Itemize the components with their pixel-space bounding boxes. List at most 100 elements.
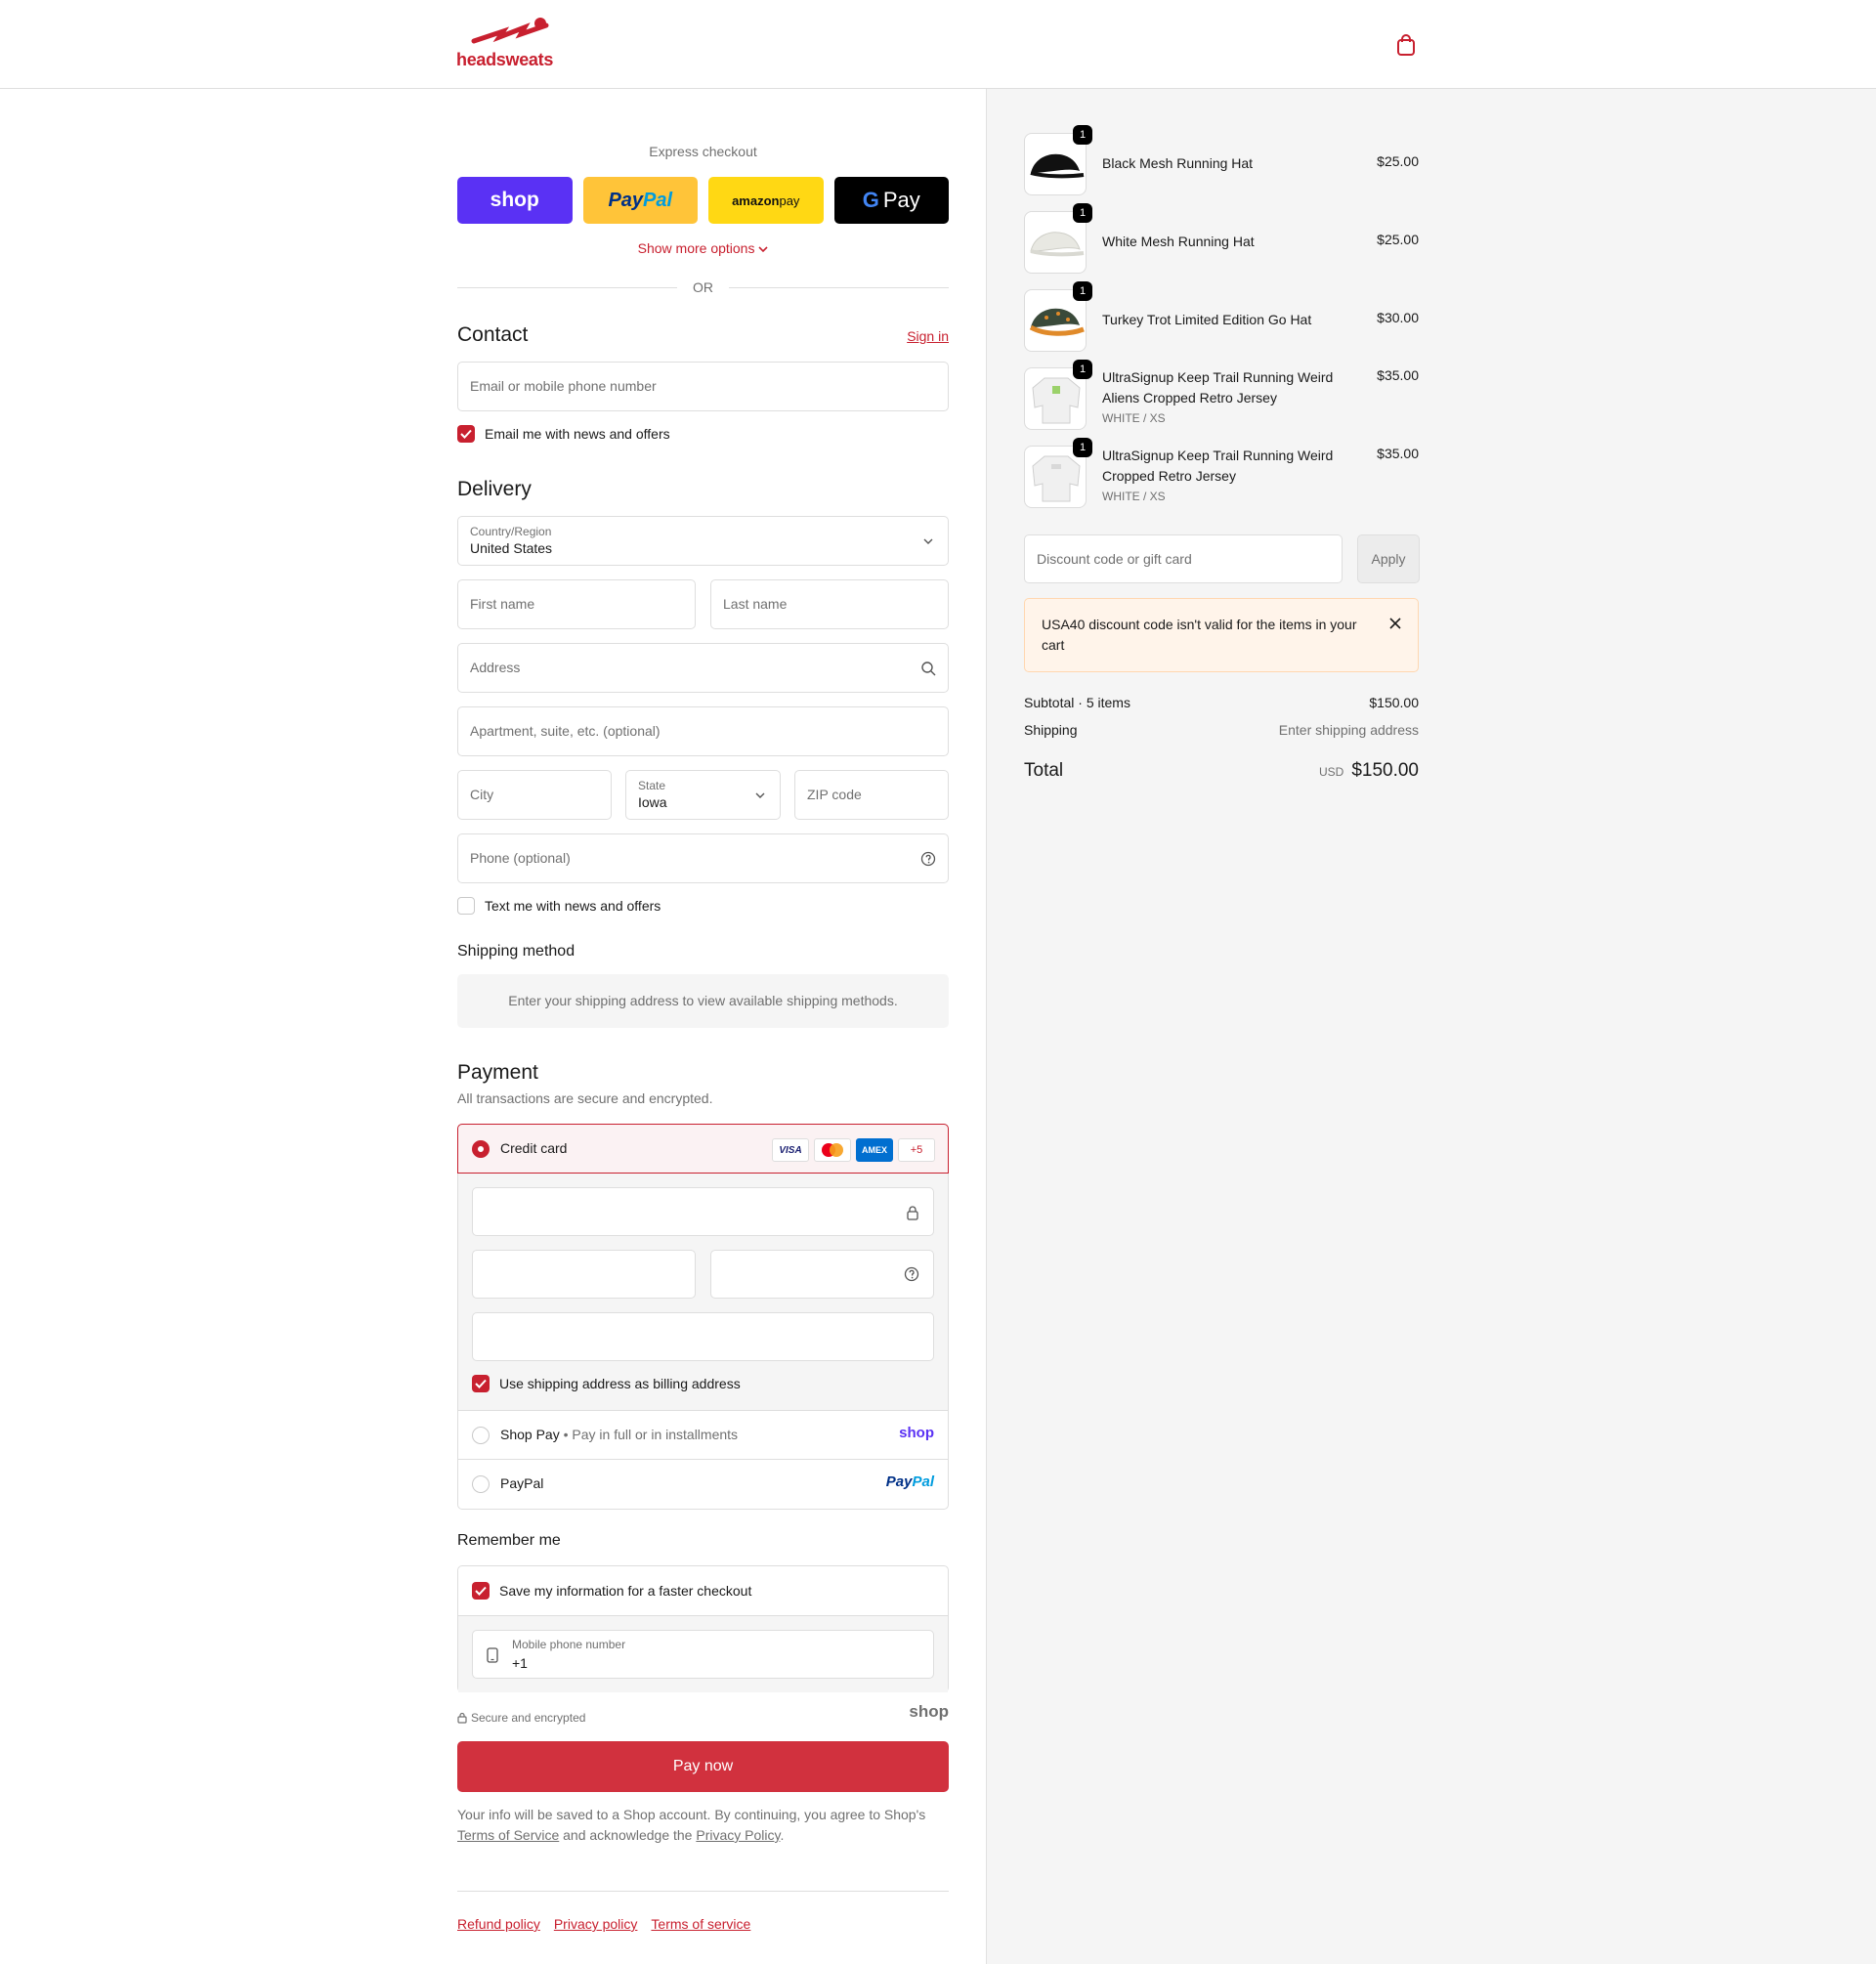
amazon-label-b: pay [779,192,800,208]
lock-icon [457,1712,467,1724]
or-label: OR [693,279,713,295]
state-select[interactable]: State Iowa [625,770,781,820]
address-placeholder: Address [470,660,521,675]
state-value: Iowa [638,794,667,810]
credit-card-option[interactable]: Credit card VISA AMEX +5 [457,1124,949,1174]
save-info-label: Save my information for a faster checkou… [499,1583,752,1599]
express-checkout-title: Express checkout [649,144,757,159]
close-icon[interactable] [1388,617,1402,630]
expiration-date-field[interactable] [472,1250,696,1299]
legal-text: Your info will be saved to a Shop accoun… [457,1805,949,1846]
text-news-row: Text me with news and offers [457,897,661,915]
card-number-field[interactable] [472,1187,934,1236]
or-divider: OR [457,278,949,297]
search-icon [921,662,936,676]
payment-subtitle: All transactions are secure and encrypte… [457,1090,713,1106]
terms-of-service-link[interactable]: Terms of Service [457,1827,559,1843]
cart-item: 1 White Mesh Running Hat $25.00 [1024,203,1419,276]
apartment-field[interactable]: Apartment, suite, etc. (optional) [457,706,949,756]
phone-field[interactable]: Phone (optional) [457,833,949,883]
terms-of-service-footer-link[interactable]: Terms of service [651,1916,750,1932]
quantity-badge: 1 [1073,125,1092,145]
credit-card-radio[interactable] [472,1140,490,1158]
sign-in-link[interactable]: Sign in [907,328,949,344]
address-field[interactable]: Address [457,643,949,693]
zip-field[interactable]: ZIP code [794,770,949,820]
cart-item: 1 Black Mesh Running Hat $25.00 [1024,125,1419,197]
apply-discount-button[interactable]: Apply [1357,534,1420,583]
shop-pay-label: shop [490,189,539,211]
apartment-placeholder: Apartment, suite, etc. (optional) [470,723,661,739]
refund-policy-link[interactable]: Refund policy [457,1916,540,1932]
gpay-label: Pay [882,188,920,212]
mastercard-circles [822,1143,843,1157]
pay-now-button[interactable]: Pay now [457,1741,949,1792]
subtotal-value: $150.00 [1369,695,1419,710]
shopping-bag-icon[interactable] [1395,33,1417,57]
amazon-pay-button[interactable]: amazon pay [708,177,824,224]
item-price: $30.00 [1377,310,1419,325]
mobile-phone-field[interactable]: Mobile phone number +1 [472,1630,934,1679]
headsweats-logo[interactable]: headsweats [456,18,559,72]
express-buttons: shop Pay Pal amazon pay G Pay [457,177,949,224]
paypal-label-b: Pal [643,189,673,211]
footer-divider [457,1891,949,1892]
privacy-policy-link[interactable]: Privacy Policy [696,1827,780,1843]
shop-pay-subtitle: Pay in full or in installments [572,1427,739,1442]
city-field[interactable]: City [457,770,612,820]
secure-label: Secure and encrypted [471,1711,586,1725]
shop-pay-logo: shop [899,1425,934,1441]
first-name-field[interactable]: First name [457,579,696,629]
email-field[interactable]: Email or mobile phone number [457,362,949,411]
legal-text-c: . [780,1827,785,1843]
runner-logo-icon [471,18,549,44]
billing-address-checkbox[interactable] [472,1375,490,1392]
shop-pay-radio[interactable] [472,1427,490,1444]
email-news-row: Email me with news and offers [457,425,670,443]
privacy-policy-footer-link[interactable]: Privacy policy [554,1916,638,1932]
total-amount: USD $150.00 [1319,760,1419,782]
discount-placeholder: Discount code or gift card [1037,551,1192,567]
shop-pay-option[interactable]: Shop Pay • Pay in full or in installment… [458,1411,948,1460]
billing-address-label: Use shipping address as billing address [499,1376,741,1391]
shipping-value: Enter shipping address [1278,722,1419,738]
security-code-field[interactable] [710,1250,934,1299]
payment-methods: Credit card VISA AMEX +5 Use shipping ad… [457,1124,949,1510]
cart-item: 1 Turkey Trot Limited Edition Go Hat $30… [1024,281,1419,354]
discount-code-field[interactable]: Discount code or gift card [1024,534,1343,583]
paypal-logo-a: Pay [885,1473,913,1490]
email-news-checkbox[interactable] [457,425,475,443]
phone-placeholder: Phone (optional) [470,850,571,866]
text-news-checkbox[interactable] [457,897,475,915]
quantity-badge: 1 [1073,203,1092,223]
logo-text: headsweats [456,50,554,69]
state-label: State [638,779,666,792]
checkmark-icon [475,1379,487,1388]
mastercard-icon [814,1138,851,1162]
country-select[interactable]: Country/Region United States [457,516,949,566]
paypal-label-a: Pay [608,189,644,211]
paypal-option[interactable]: PayPal PayPal [458,1460,948,1509]
first-name-placeholder: First name [470,596,535,612]
credit-card-form: Use shipping address as billing address [458,1174,948,1411]
zip-placeholder: ZIP code [807,787,862,802]
paypal-radio[interactable] [472,1475,490,1493]
shop-pay-button[interactable]: shop [457,177,573,224]
total-row: Total USD $150.00 [1024,760,1419,784]
paypal-button[interactable]: Pay Pal [582,177,698,224]
item-variant: WHITE / XS [1102,411,1166,425]
help-circle-icon[interactable] [904,1266,919,1282]
google-pay-button[interactable]: G Pay [833,177,949,224]
help-circle-icon[interactable] [920,851,936,867]
remember-phone-section: Mobile phone number +1 [458,1615,948,1692]
cart-item: 1 UltraSignup Keep Trail Running Weird C… [1024,438,1419,510]
show-more-options-link[interactable]: Show more options [457,240,949,256]
name-on-card-field[interactable] [472,1312,934,1361]
paypal-logo-b: Pal [912,1473,934,1490]
shipping-method-title: Shipping method [457,943,576,960]
item-name: Turkey Trot Limited Edition Go Hat [1102,312,1312,327]
email-news-label: Email me with news and offers [485,426,670,442]
save-info-checkbox[interactable] [472,1582,490,1600]
delivery-title: Delivery [457,478,532,500]
last-name-field[interactable]: Last name [710,579,949,629]
